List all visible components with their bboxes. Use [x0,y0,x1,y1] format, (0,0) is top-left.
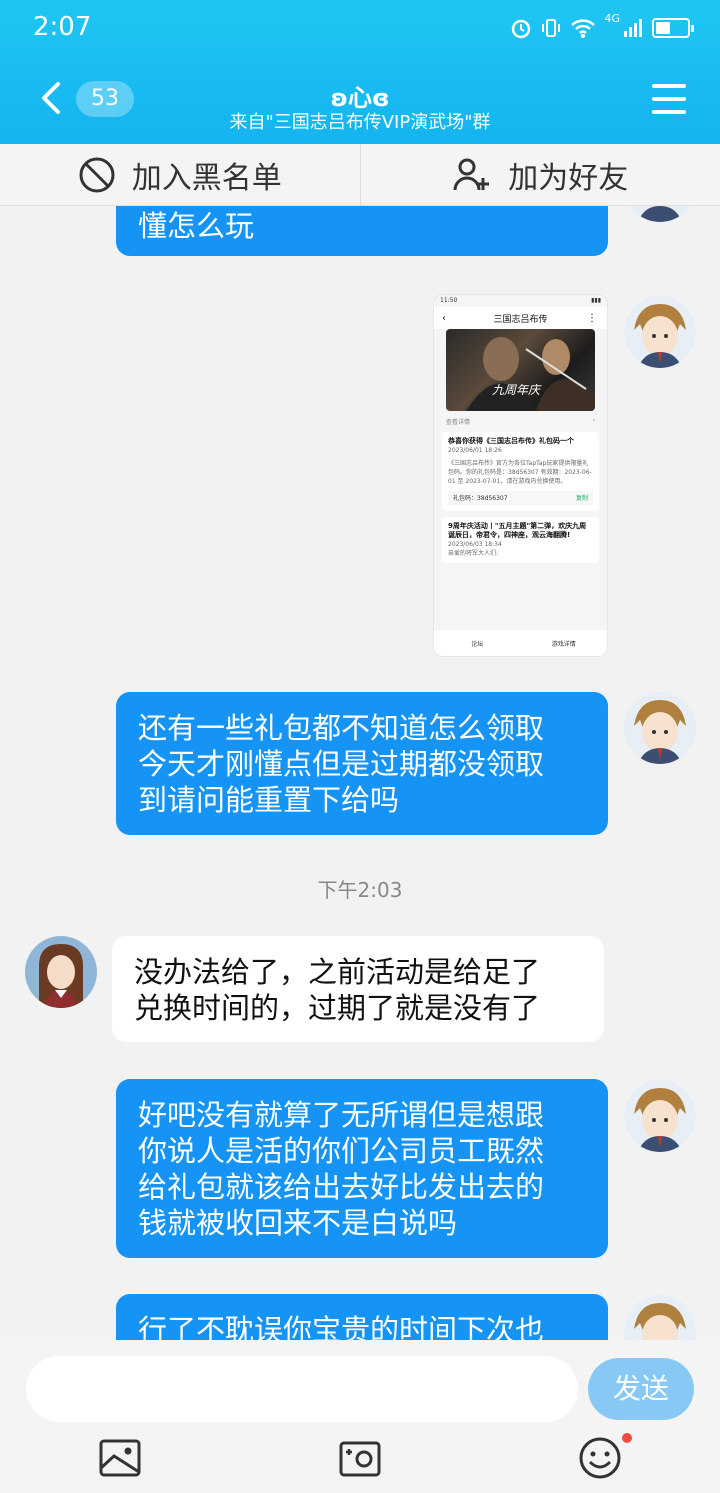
message-line: 给礼包就该给出去好比发出去的 [138,1170,545,1204]
screenshot-time: 11:50 [440,297,458,304]
status-icons: 4G [510,12,694,44]
card-body: 亲爱的将军大人们: [448,550,499,557]
message-line: 还有一些礼包都不知道怎么领取 [138,711,545,745]
screenshot-card-event: 9周年庆活动丨"五月主题"第二弹，欢庆九周诞辰日，帝君令，四神座，观云海翻腾! … [442,517,599,563]
alarm-icon [512,19,531,39]
screenshot-banner: 九周年庆 [446,329,595,411]
card-date: 2023/06/03 18:34 [448,541,502,548]
message-bubble[interactable]: 还有一些礼包都不知道怎么领取 今天才刚懂点但是过期都没领取 到请问能重置下给吗 [116,692,608,835]
timestamp: 下午2:03 [317,878,403,902]
card-title: 恭喜你获得《三国志吕布传》礼包码一个 [448,437,574,445]
screenshot-more-icon: ⋮ [587,312,597,324]
screenshot-link: 查看详情 [446,419,471,426]
menu-icon[interactable] [652,84,686,114]
shared-screenshot-image[interactable]: 11:50 ▮▮▮ ‹ 三国志吕布传 ⋮ 九周年庆 查看详情 › 恭喜你获得《三国志… [433,294,608,657]
wifi-icon [571,19,596,38]
screenshot-back-icon: ‹ [442,312,446,324]
copy-label: 复制 [575,495,588,502]
screenshot-title: 三国志吕布传 [493,314,548,325]
chat-subtitle: 来自"三国志吕布传VIP演武场"群 [229,112,491,133]
action-bar: 加入黑名单 加为好友 [0,144,720,206]
image-icon[interactable] [98,1436,142,1480]
my-avatar[interactable] [624,206,696,222]
send-button[interactable]: 发送 [588,1358,694,1420]
screenshot-detail: 游戏详情 [551,640,576,648]
card-date: 2023/06/01 18:26 [448,447,502,454]
block-icon [79,157,115,192]
screenshot-nav: ‹ 三国志吕布传 ⋮ [434,307,607,329]
signal-icon [624,19,642,37]
message-text: 懂怎么玩 [138,209,255,243]
add-friend-button[interactable]: 加为好友 [359,144,720,205]
vibrate-icon [542,19,561,37]
blacklist-label: 加入黑名单 [131,160,282,196]
message-line: 钱就被收回来不是白说吗 [138,1206,458,1240]
emoji-icon[interactable] [578,1436,622,1480]
screenshot-status: 11:50 ▮▮▮ [440,297,601,304]
message-line: 今天才刚懂点但是过期都没领取 [138,747,545,781]
blacklist-button[interactable]: 加入黑名单 [0,144,360,205]
their-avatar[interactable] [25,936,97,1008]
notification-dot [622,1433,632,1443]
my-avatar[interactable] [624,692,696,764]
message-line: 到请问能重置下给吗 [138,783,400,817]
message-text: 行了不耽误你宝贵的时间下次也 [138,1313,545,1340]
message-bubble[interactable]: 懂怎么玩 [116,206,608,256]
message-line: 兑换时间的，过期了就是没有了 [134,991,541,1025]
screenshot-footer: 论坛 游戏详情 [434,630,607,656]
message-bubble[interactable]: 好吧没有就算了无所谓但是想跟 你说人是活的你们公司员工既然 给礼包就该给出去好比… [116,1079,608,1258]
my-avatar[interactable] [624,296,696,368]
card-body: 《三国志吕布传》官方为各位TapTap玩家提供限量礼包码。你的礼包码是：38d5… [448,460,592,485]
gift-code-row: 礼包码：38d56307 复制 [448,491,593,506]
input-area: 发送 [0,1340,720,1493]
status-bar: 2:07 4G [0,0,720,56]
screenshot-card-gift: 恭喜你获得《三国志吕布传》礼包码一个 2023/06/01 18:26 《三国志… [442,432,599,511]
my-avatar[interactable] [624,1295,696,1340]
message-line: 没办法给了，之前活动是给足了 [134,955,541,989]
add-friend-label: 加为好友 [508,160,629,196]
message-line: 好吧没有就算了无所谓但是想跟 [138,1098,545,1132]
message-bubble[interactable]: 没办法给了，之前活动是给足了 兑换时间的，过期了就是没有了 [112,936,604,1042]
message-line: 你说人是活的你们公司员工既然 [138,1134,545,1168]
message-bubble[interactable]: 行了不耽误你宝贵的时间下次也 [116,1294,608,1340]
status-time: 2:07 [33,12,92,42]
message-input[interactable] [26,1356,578,1422]
message-list[interactable]: 懂怎么玩 11:50 ▮▮▮ ‹ 三国志吕布传 ⋮ 九周年庆 查看详情 › 恭喜… [0,206,720,1340]
screenshot-forum: 论坛 [471,640,484,648]
battery-icon [652,18,694,38]
my-avatar[interactable] [624,1080,696,1152]
gift-code: 礼包码：38d56307 [453,495,508,502]
screenshot-banner-text: 九周年庆 [492,383,541,397]
chat-header: 2:07 4G 53 ʚ心ɞ 来自"三国志吕布传VIP演武场"群 [0,0,720,144]
card-title: 9周年庆活动丨"五月主题"第二弹，欢庆九周诞辰日，帝君令，四神座，观云海翻腾! [448,522,587,539]
add-user-icon [453,158,490,190]
network-label: 4G [604,12,620,25]
camera-icon[interactable] [338,1436,382,1480]
